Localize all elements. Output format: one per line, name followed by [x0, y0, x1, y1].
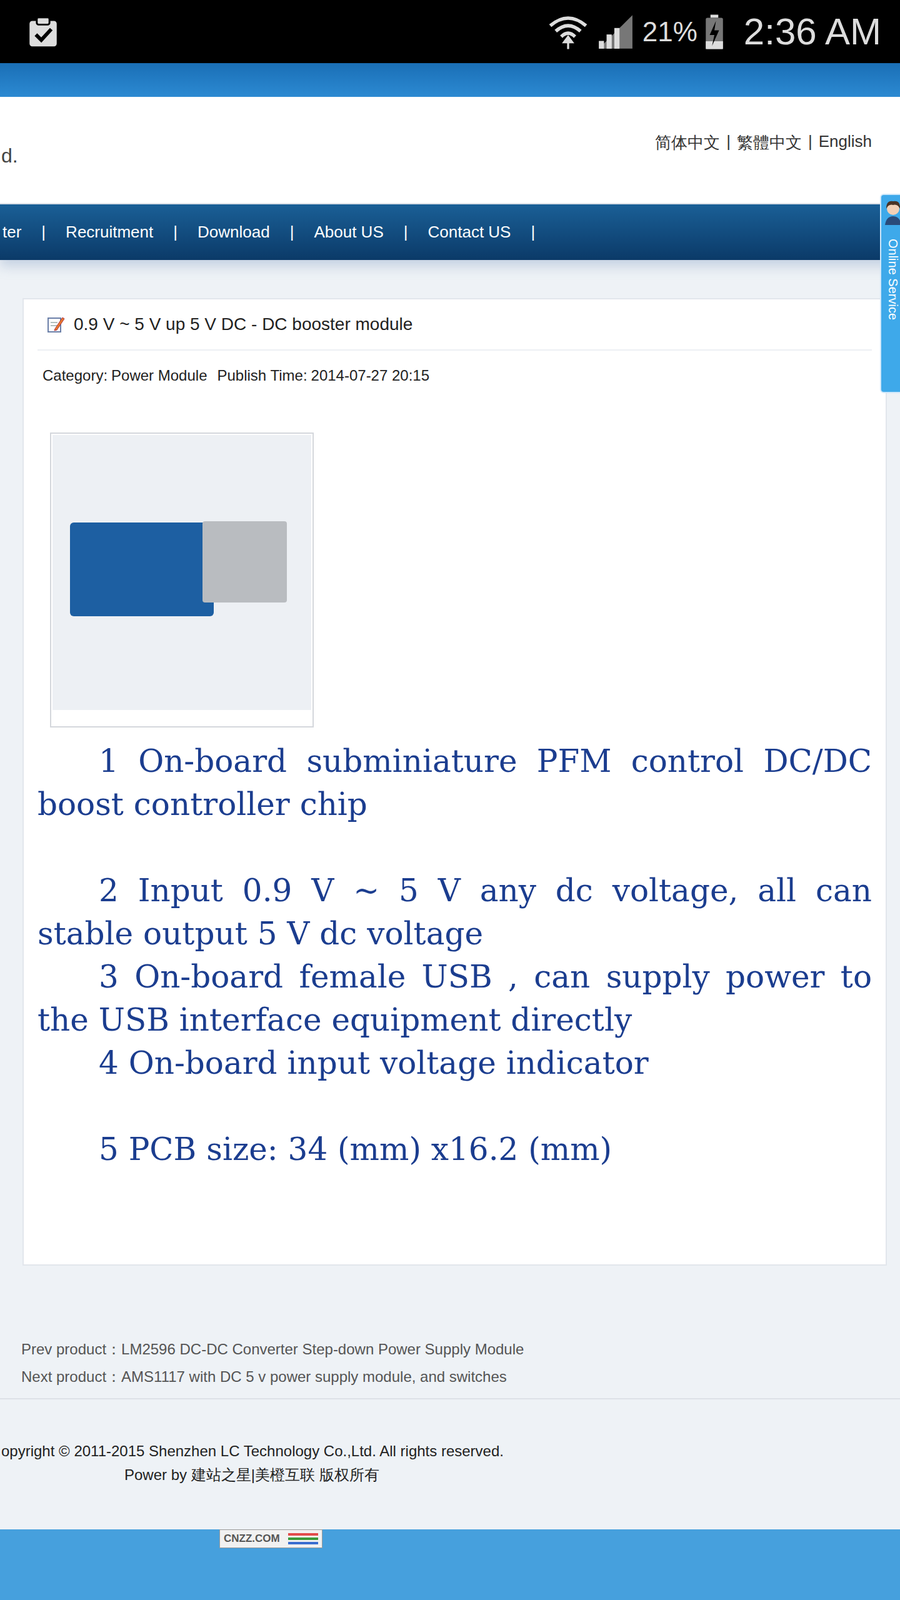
nav-item[interactable]: Recruitment — [65, 222, 154, 242]
pager-label: Prev product： — [21, 1340, 122, 1358]
product-photo — [50, 432, 314, 728]
clipboard-check-icon — [25, 13, 62, 50]
feature-list: 1 On-board subminiature PFM control DC/D… — [37, 740, 872, 1172]
product-title: 0.9 V ~ 5 V up 5 V DC - DC booster modul… — [73, 314, 413, 335]
nav-bar: ter | Recruitment | Download | About US | Contac… — [0, 204, 900, 260]
copyright-area: opyright © 2011-2015 Shenzhen LC Technol… — [0, 1399, 900, 1530]
category-label: Category: — [42, 366, 108, 385]
publish-label: Publish Time: — [216, 366, 307, 385]
nav-separator: | — [290, 222, 295, 242]
battery-percent: 21% — [642, 16, 698, 48]
badge-text: CNZZ.COM — [223, 1532, 280, 1545]
product-title-row: 0.9 V ~ 5 V up 5 V DC - DC booster modul… — [37, 299, 872, 351]
battery-charging-icon — [705, 14, 724, 50]
copyright-text: opyright © 2011-2015 Shenzhen LC Technol… — [1, 1439, 900, 1464]
stripes-icon — [288, 1533, 319, 1545]
nav-item[interactable]: Download — [197, 222, 270, 242]
product-pager: Prev product：LM2596 DC-DC Converter Step… — [0, 1265, 900, 1400]
status-bar: 21% 2:36 AM — [0, 0, 900, 64]
signal-icon — [596, 12, 635, 52]
avatar-icon — [883, 200, 900, 225]
edit-note-icon — [46, 315, 65, 334]
status-right: 21% 2:36 AM — [547, 10, 882, 54]
feature-item: 2 Input 0.9 V ~ 5 V any dc voltage, all … — [37, 869, 872, 956]
language-separator: | — [808, 131, 813, 154]
usb-shape — [202, 521, 287, 603]
product-card: 0.9 V ~ 5 V up 5 V DC - DC booster modul… — [22, 298, 887, 1266]
pager-value: LM2596 DC-DC Converter Step-down Power S… — [121, 1340, 524, 1358]
photo-placeholder — [52, 435, 312, 710]
nav-separator: | — [173, 222, 178, 242]
feature-item: 3 On-board female USB , can supply power… — [37, 955, 872, 1042]
pager-link[interactable]: Prev product：LM2596 DC-DC Converter Step… — [21, 1335, 900, 1364]
wifi-icon — [547, 13, 589, 50]
nav-item[interactable]: ter — [2, 222, 22, 242]
pager-link[interactable]: Next product：AMS1117 with DC 5 v power s… — [21, 1363, 900, 1391]
nav-item[interactable]: About US — [313, 222, 384, 242]
language-link[interactable]: English — [818, 131, 872, 154]
main-area: 0.9 V ~ 5 V up 5 V DC - DC booster modul… — [0, 260, 900, 1266]
feature-item: 5 PCB size: 34 (mm) x16.2 (mm) — [37, 1128, 872, 1172]
pcb-shape — [70, 522, 214, 617]
pager-label: Next product： — [21, 1368, 122, 1385]
language-separator: | — [726, 131, 731, 154]
category-value: Power Module — [111, 366, 207, 385]
cnzz-badge[interactable]: CNZZ.COM — [219, 1529, 323, 1549]
page: 21%2:36 AMd.简体中文|繁體中文|Englishter|Recruit… — [0, 0, 900, 1600]
online-service-tab[interactable]: Online Service — [880, 193, 900, 394]
nav-separator: | — [403, 222, 409, 242]
feature-item: 4 On-board input voltage indicator — [37, 1041, 872, 1085]
publish-time: 2014-07-27 20:15 — [311, 366, 430, 385]
language-switcher: 简体中文|繁體中文|English — [655, 131, 872, 154]
product-meta: Category:Power Module Publish Time:2014-0… — [37, 350, 872, 385]
nav-separator: | — [530, 222, 535, 242]
feature-item: 1 On-board subminiature PFM control DC/D… — [37, 740, 872, 827]
online-service-label: Online Service — [885, 238, 900, 320]
site-header: d.简体中文|繁體中文|English — [0, 96, 900, 205]
footer-bar: CNZZ.COM — [0, 1529, 900, 1600]
pager-value: AMS1117 with DC 5 v power supply module,… — [121, 1368, 507, 1385]
clock: 2:36 AM — [743, 10, 882, 54]
logo-text[interactable]: d. — [0, 144, 19, 168]
nav-separator: | — [41, 222, 46, 242]
top-strip — [0, 63, 900, 97]
language-link[interactable]: 繁體中文 — [736, 131, 802, 154]
powered-by-text: Power by 建站之星|美橙互联 版权所有 — [1, 1463, 900, 1487]
nav-item[interactable]: Contact US — [428, 222, 512, 242]
language-link[interactable]: 简体中文 — [655, 131, 720, 154]
